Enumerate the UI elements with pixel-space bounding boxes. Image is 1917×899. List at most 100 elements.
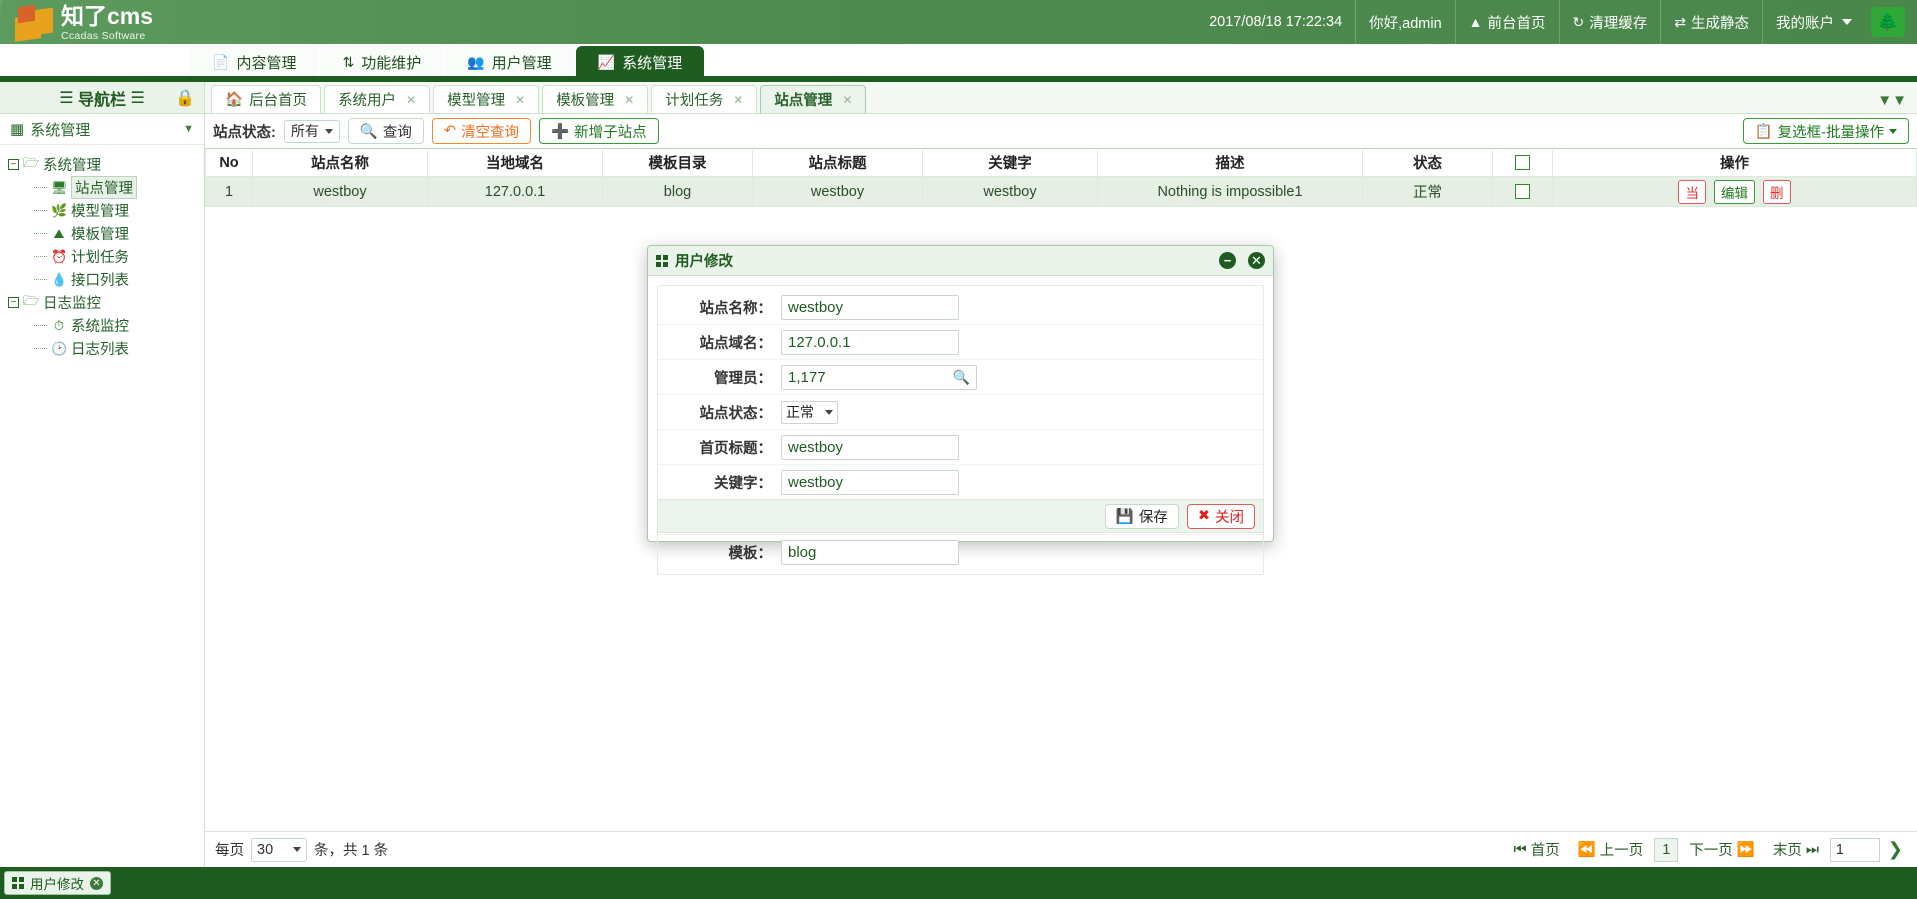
chevron-down-icon[interactable]: ▼	[183, 123, 194, 135]
tab-label: 后台首页	[249, 93, 308, 109]
close-icon[interactable]: ✕	[624, 93, 634, 107]
delete-button[interactable]: 删	[1763, 179, 1791, 204]
site-status-label: 站点状态:	[213, 124, 276, 141]
monitor-icon: 🖥	[51, 179, 68, 195]
col-template-dir: 模板目录	[602, 148, 753, 177]
lock-icon[interactable]: 🔒	[175, 88, 195, 108]
tab-template-manage[interactable]: 模板管理 ✕	[542, 85, 649, 113]
prev-page-button[interactable]: ⏪ 上一页	[1571, 837, 1651, 862]
field-label: 站点域名：	[699, 335, 773, 352]
keywords-input[interactable]: westboy	[781, 469, 959, 495]
tab-system-users[interactable]: 系统用户 ✕	[324, 85, 431, 113]
field-label: 关键字：	[714, 475, 772, 492]
tree-toggle-button[interactable]: 🌲	[1871, 7, 1905, 37]
sidebar-panel-title: 系统管理	[30, 121, 91, 139]
close-icon[interactable]: ✕	[406, 93, 416, 107]
cell-template-dir: blog	[602, 176, 753, 207]
close-icon[interactable]: ✕	[515, 93, 525, 107]
select-all-checkbox[interactable]	[1515, 155, 1530, 171]
main-nav-item-user[interactable]: 👥 用户管理	[445, 46, 574, 78]
edit-button[interactable]: 编辑	[1714, 179, 1755, 204]
row-checkbox[interactable]	[1515, 184, 1530, 200]
site-status-select[interactable]: 所有	[283, 119, 340, 143]
field-site-domain: 站点域名： 127.0.0.1	[658, 325, 1263, 360]
site-name-input[interactable]: westboy	[781, 294, 959, 320]
dialog-footer: 💾 保存 ✖ 关闭	[657, 499, 1264, 533]
sidebar: ☰ 导航栏 ☰ 🔒 ▦ 系统管理 ▼ − 🗁 系统管理 🖥 站点管理 🌿 模型管…	[0, 82, 205, 867]
col-site-name: 站点名称	[252, 148, 428, 177]
table-header-row: No 站点名称 当地域名 模板目录 站点标题 关键字 描述 状态 操作	[205, 148, 1917, 177]
clear-query-button[interactable]: ↶ 清空查询	[431, 118, 532, 144]
per-page-select[interactable]: 30	[251, 837, 307, 862]
last-page-button[interactable]: 末页 ⏭	[1766, 837, 1826, 862]
tree-connector	[34, 233, 47, 234]
taskbar-item-edit-dialog[interactable]: 用户修改 ✕	[4, 871, 111, 895]
clear-query-label: 清空查询	[461, 124, 520, 141]
sidebar-item-system-monitor[interactable]: ⏱ 系统监控	[6, 314, 204, 337]
field-site-status: 站点状态： 正常	[658, 395, 1263, 430]
dialog-titlebar[interactable]: 用户修改 − ✕	[648, 246, 1273, 276]
per-page-label: 每页	[215, 843, 244, 859]
tab-model-manage[interactable]: 模型管理 ✕	[433, 85, 540, 113]
administrator-input[interactable]: 1,177 🔍	[781, 364, 977, 390]
logo-subtitle: Ccadas Software	[61, 29, 146, 42]
save-button[interactable]: 💾 保存	[1104, 503, 1179, 529]
collapse-toggle-icon[interactable]: −	[8, 159, 19, 170]
main-nav-label: 功能维护	[361, 54, 422, 72]
sidebar-item-scheduled-task[interactable]: ⏰ 计划任务	[6, 245, 204, 268]
close-icon[interactable]: ✕	[90, 876, 103, 890]
template-input[interactable]: blog	[781, 540, 959, 565]
minimize-icon[interactable]: −	[1219, 252, 1236, 269]
sidebar-panel-header[interactable]: ▦ 系统管理 ▼	[0, 114, 204, 145]
add-subsite-label: 新增子站点	[574, 124, 647, 141]
exchange-icon: ⇅	[342, 53, 355, 70]
tab-scheduled-task[interactable]: 计划任务 ✕	[651, 85, 758, 113]
table-row[interactable]: 1 westboy 127.0.0.1 blog westboy westboy…	[205, 176, 1917, 207]
site-domain-input[interactable]: 127.0.0.1	[781, 329, 959, 355]
main-nav-item-system[interactable]: 📈 系统管理	[575, 46, 705, 78]
sidebar-group-log[interactable]: − 🗁 日志监控	[6, 291, 204, 314]
tab-site-manage[interactable]: 站点管理 ✕	[760, 85, 867, 113]
add-subsite-button[interactable]: ➕ 新增子站点	[539, 118, 659, 144]
sidebar-item-interface-list[interactable]: 💧 接口列表	[6, 268, 204, 291]
close-button[interactable]: ✖ 关闭	[1186, 503, 1255, 529]
set-current-button[interactable]: 当	[1678, 179, 1706, 204]
main-nav-item-function[interactable]: ⇅ 功能维护	[320, 46, 444, 78]
close-icon[interactable]: ✕	[842, 93, 852, 107]
header-front-page-link[interactable]: ▲ 前台首页	[1454, 0, 1559, 44]
search-icon[interactable]: 🔍	[953, 369, 970, 386]
logo[interactable]: 知了cms Ccadas Software	[14, 2, 194, 44]
close-icon[interactable]: ✕	[1248, 252, 1265, 269]
content-tabs: 🏠 后台首页 系统用户 ✕ 模型管理 ✕ 模板管理 ✕ 计划任务 ✕ 站点管理 …	[205, 82, 1917, 114]
sidebar-group-system[interactable]: − 🗁 系统管理	[6, 153, 204, 176]
sites-table: No 站点名称 当地域名 模板目录 站点标题 关键字 描述 状态 操作 1 we…	[205, 148, 1917, 207]
content-toolbar: 站点状态: 所有 🔍 查询 ↶ 清空查询 ➕ 新增子站点 📋 复选框-批量操作	[205, 114, 1917, 148]
sidebar-item-log-list[interactable]: 🕑 日志列表	[6, 337, 204, 360]
field-site-name: 站点名称： westboy	[658, 290, 1263, 325]
current-page-number[interactable]: 1	[1654, 837, 1679, 862]
goto-page-input[interactable]: 1	[1829, 837, 1880, 862]
first-page-button[interactable]: ⏮ 首页	[1507, 837, 1567, 862]
users-icon: 👥	[467, 53, 485, 70]
next-page-button[interactable]: 下一页 ⏩	[1682, 837, 1762, 862]
tabs-overflow-chevron-icon[interactable]: ▼▼	[1877, 92, 1907, 109]
site-status-dropdown[interactable]: 正常	[781, 400, 838, 424]
next-page-icon: ⏩	[1736, 842, 1755, 858]
header-my-account-menu[interactable]: 我的账户	[1762, 0, 1865, 44]
collapse-toggle-icon[interactable]: −	[8, 297, 19, 308]
main-nav-item-content[interactable]: 📄 内容管理	[190, 46, 319, 78]
tab-dashboard[interactable]: 🏠 后台首页	[211, 85, 322, 113]
header-generate-static-button[interactable]: ⇄ 生成静态	[1660, 0, 1762, 44]
sidebar-item-model-manage[interactable]: 🌿 模型管理	[6, 199, 204, 222]
sidebar-item-template-manage[interactable]: ⛰ 模板管理	[6, 222, 204, 245]
home-title-input[interactable]: westboy	[781, 434, 959, 460]
sidebar-item-site-manage[interactable]: 🖥 站点管理	[6, 176, 204, 199]
search-button[interactable]: 🔍 查询	[347, 118, 424, 144]
folder-open-icon: 🗁	[23, 154, 40, 170]
header-clear-cache-button[interactable]: ↻ 清理缓存	[1558, 0, 1661, 44]
field-label: 首页标题：	[699, 440, 773, 457]
chevron-down-icon	[1842, 19, 1852, 25]
close-icon[interactable]: ✕	[733, 93, 743, 107]
batch-operation-button[interactable]: 📋 复选框-批量操作	[1742, 118, 1909, 144]
goto-page-button[interactable]: ❯	[1884, 839, 1907, 860]
